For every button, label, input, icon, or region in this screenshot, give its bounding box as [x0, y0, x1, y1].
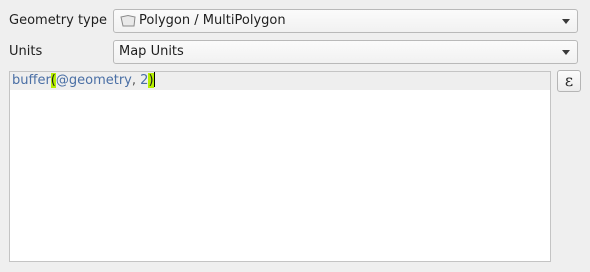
expression-editor[interactable]: buffer(@geometry, 2) — [9, 71, 551, 262]
units-label: Units — [9, 44, 43, 59]
polygon-geometry-icon — [120, 14, 136, 27]
expression-variable: @geometry — [55, 73, 132, 88]
geometry-type-dropdown[interactable]: Polygon / MultiPolygon — [113, 9, 578, 33]
expression-line[interactable]: buffer(@geometry, 2) — [10, 72, 550, 90]
expression-builder-button[interactable]: ε — [557, 70, 581, 92]
units-value: Map Units — [119, 44, 184, 59]
epsilon-icon: ε — [564, 71, 574, 90]
chevron-down-icon — [562, 19, 570, 24]
units-dropdown[interactable]: Map Units — [113, 40, 578, 64]
expression-function: buffer — [12, 73, 51, 88]
chevron-down-icon — [562, 50, 570, 55]
text-caret — [153, 72, 155, 87]
geometry-type-label: Geometry type — [9, 13, 107, 28]
expression-separator: , — [131, 73, 141, 88]
geometry-type-value: Polygon / MultiPolygon — [139, 13, 286, 28]
